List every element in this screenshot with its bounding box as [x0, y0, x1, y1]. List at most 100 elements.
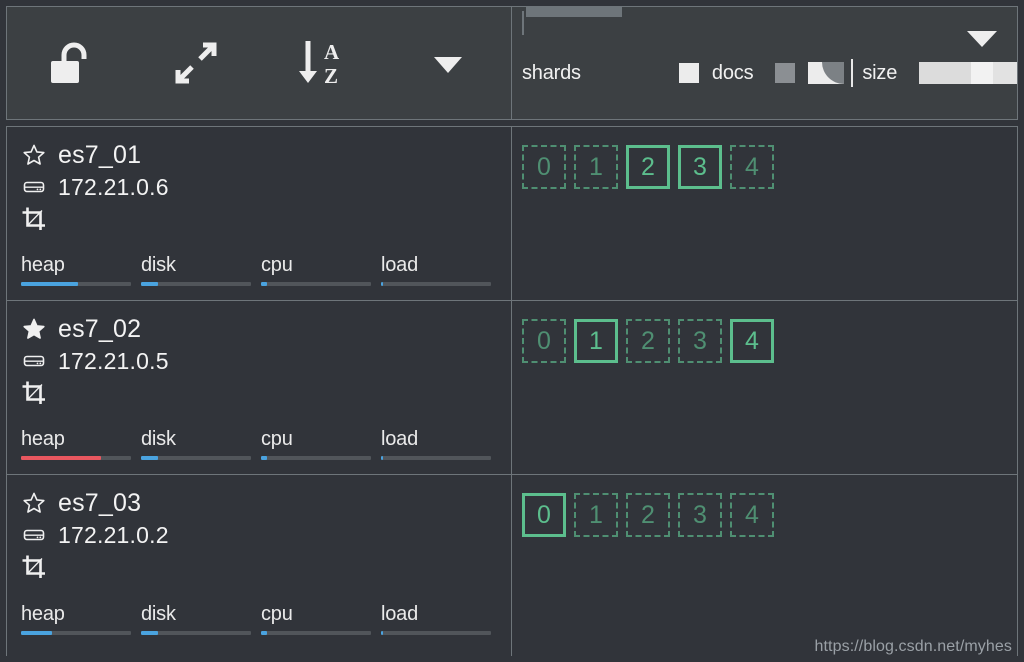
toolbar: A Z	[6, 6, 512, 120]
star-outline-icon[interactable]	[21, 491, 47, 515]
metric-fill	[141, 631, 158, 635]
node-ip: 172.21.0.2	[58, 521, 169, 548]
metric-track	[381, 631, 491, 635]
node-name-line: es7_02	[21, 313, 497, 345]
metric-track	[261, 631, 371, 635]
node-row[interactable]: es7_01 172.21.0.6 heap disk cpu load	[7, 127, 511, 301]
metric-heap: heap	[21, 253, 141, 286]
metric-label: load	[381, 603, 419, 625]
metric-fill	[21, 456, 102, 460]
crop-icon[interactable]	[21, 380, 47, 406]
metric-track	[21, 456, 131, 460]
docs-swatch-icon	[679, 63, 700, 83]
node-actions-line	[21, 377, 497, 409]
metric-cpu: cpu	[261, 427, 381, 460]
metric-fill	[381, 282, 384, 286]
legend-items: shards docs size	[512, 51, 1017, 95]
crop-icon[interactable]	[21, 554, 47, 580]
metric-label: heap	[21, 254, 65, 276]
node-row[interactable]: es7_02 172.21.0.5 heap disk cpu load	[7, 301, 511, 475]
shard-primary[interactable]: 0	[522, 493, 566, 537]
shard-replica[interactable]: 2	[626, 319, 670, 363]
shard-replica[interactable]: 3	[678, 319, 722, 363]
panel-tab-handle[interactable]	[526, 7, 622, 17]
chevron-down-icon[interactable]	[385, 7, 511, 119]
size-swatch-corner-icon	[807, 62, 844, 84]
legend-divider	[851, 59, 854, 87]
node-ip-line: 172.21.0.2	[21, 519, 497, 551]
size-block-b-icon	[971, 62, 994, 84]
metric-label: disk	[141, 428, 176, 450]
watermark: https://blog.csdn.net/myhes	[814, 638, 1012, 655]
node-list: es7_01 172.21.0.6 heap disk cpu load es7…	[6, 126, 512, 656]
star-filled-icon[interactable]	[21, 317, 47, 341]
legend-chevron-down-icon[interactable]	[965, 27, 999, 54]
metric-track	[141, 456, 251, 460]
metric-fill	[381, 456, 384, 460]
sort-az-icon[interactable]: A Z	[259, 7, 385, 119]
node-metrics: heap disk cpu load	[21, 253, 501, 286]
cluster-nodes-page: A Z shards docs size es7_01 172.21.0.6 h…	[0, 0, 1024, 662]
node-name: es7_02	[58, 314, 142, 343]
metric-load: load	[381, 427, 501, 460]
metric-label: disk	[141, 254, 176, 276]
shard-replica[interactable]: 2	[626, 493, 670, 537]
legend-header: shards docs size	[512, 6, 1018, 120]
metric-fill	[261, 456, 267, 460]
metric-heap: heap	[21, 427, 141, 460]
metric-track	[381, 282, 491, 286]
legend-docs-label: docs	[711, 61, 754, 84]
metric-track	[21, 282, 131, 286]
node-name: es7_03	[58, 488, 142, 517]
metric-cpu: cpu	[261, 253, 381, 286]
server-icon	[21, 349, 47, 373]
metric-cpu: cpu	[261, 602, 381, 635]
shard-primary[interactable]: 1	[574, 319, 618, 363]
metric-label: disk	[141, 603, 176, 625]
crop-icon[interactable]	[21, 206, 47, 232]
metric-heap: heap	[21, 602, 141, 635]
legend-size-label: size	[862, 61, 898, 84]
shard-replica[interactable]: 1	[574, 493, 618, 537]
metric-label: cpu	[261, 254, 293, 276]
metric-fill	[261, 282, 267, 286]
metric-fill	[381, 631, 384, 635]
shard-replica[interactable]: 0	[522, 319, 566, 363]
shard-primary[interactable]: 2	[626, 145, 670, 189]
metric-track	[21, 631, 131, 635]
metric-track	[261, 456, 371, 460]
metric-disk: disk	[141, 427, 261, 460]
shard-replica[interactable]: 1	[574, 145, 618, 189]
metric-disk: disk	[141, 253, 261, 286]
node-name-line: es7_03	[21, 487, 497, 519]
size-swatch-gray-icon	[775, 63, 796, 83]
node-ip: 172.21.0.5	[58, 347, 169, 374]
node-ip-line: 172.21.0.5	[21, 345, 497, 377]
server-icon	[21, 175, 47, 199]
metric-label: heap	[21, 428, 65, 450]
metric-track	[381, 456, 491, 460]
metric-track	[141, 282, 251, 286]
metric-fill	[21, 282, 79, 286]
shard-replica[interactable]: 3	[678, 493, 722, 537]
unlock-icon[interactable]	[7, 7, 133, 119]
metric-label: cpu	[261, 428, 293, 450]
metric-load: load	[381, 253, 501, 286]
panel-tab-stem	[522, 11, 524, 35]
svg-text:A: A	[324, 40, 340, 64]
star-outline-icon[interactable]	[21, 143, 47, 167]
node-metrics: heap disk cpu load	[21, 602, 501, 635]
node-row[interactable]: es7_03 172.21.0.2 heap disk cpu load	[7, 475, 511, 649]
shard-replica[interactable]: 0	[522, 145, 566, 189]
shard-primary[interactable]: 3	[678, 145, 722, 189]
shard-replica[interactable]: 4	[730, 145, 774, 189]
shard-replica[interactable]: 4	[730, 493, 774, 537]
shard-primary[interactable]: 4	[730, 319, 774, 363]
metric-label: load	[381, 428, 419, 450]
shard-row: 01234	[512, 301, 1017, 475]
expand-arrows-icon[interactable]	[133, 7, 259, 119]
svg-text:Z: Z	[324, 64, 338, 88]
size-block-a-icon	[919, 62, 972, 84]
legend-shards-label: shards	[522, 61, 581, 84]
node-actions-line	[21, 551, 497, 583]
